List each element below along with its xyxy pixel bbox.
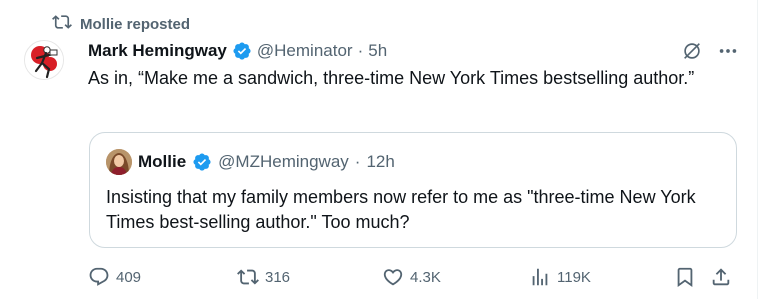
quoted-tweet-header: Mollie @MZHemingway · 12h	[106, 149, 395, 175]
bookmark-button[interactable]	[674, 262, 696, 292]
heart-icon	[382, 266, 404, 288]
reply-count: 409	[116, 268, 142, 286]
repost-icon	[52, 12, 72, 36]
quoted-tweet[interactable]: Mollie @MZHemingway · 12h Insisting that…	[89, 132, 737, 248]
avatar[interactable]	[24, 40, 64, 80]
like-button[interactable]: 4.3K	[382, 262, 441, 292]
verified-badge-icon[interactable]	[232, 41, 252, 61]
author-handle[interactable]: @Heminator	[257, 41, 353, 61]
tweet-header: Mark Hemingway @Heminator · 5h	[88, 38, 387, 64]
views-count: 119K	[557, 268, 591, 286]
quoted-separator-dot: ·	[354, 152, 361, 171]
repost-action-icon	[237, 266, 259, 288]
quoted-verified-badge-icon[interactable]	[192, 152, 212, 172]
bookmark-icon	[674, 266, 696, 288]
timestamp[interactable]: 5h	[368, 41, 387, 61]
quoted-avatar[interactable]	[106, 149, 132, 175]
more-options-icon[interactable]	[717, 40, 739, 62]
repost-indicator[interactable]: Mollie reposted	[52, 13, 190, 35]
share-button[interactable]	[710, 262, 732, 292]
quoted-author-handle[interactable]: @MZHemingway	[218, 152, 349, 172]
views-button[interactable]: 119K	[529, 262, 591, 292]
author-name[interactable]: Mark Hemingway	[88, 41, 227, 61]
quoted-tweet-text: Insisting that my family members now ref…	[106, 187, 696, 232]
action-bar: 409 316 4.3K 119K	[88, 262, 734, 292]
reply-button[interactable]: 409	[88, 262, 141, 292]
quoted-timestamp[interactable]: 12h	[366, 152, 394, 172]
repost-label: Mollie reposted	[80, 15, 191, 33]
tweet-text: As in, “Make me a sandwich, three-time N…	[88, 68, 695, 88]
separator-dot: ·	[357, 41, 364, 60]
repost-button[interactable]: 316	[237, 262, 290, 292]
share-icon	[710, 266, 732, 288]
like-count: 4.3K	[410, 268, 441, 286]
views-chart-icon	[529, 266, 551, 288]
grok-icon[interactable]	[681, 40, 703, 62]
quoted-author-name[interactable]: Mollie	[138, 152, 186, 172]
reply-icon	[88, 266, 110, 288]
repost-count: 316	[265, 268, 291, 286]
top-actions	[681, 40, 739, 62]
tweet-card[interactable]: Mollie reposted Mark Hemingway @Heminato…	[0, 0, 758, 299]
